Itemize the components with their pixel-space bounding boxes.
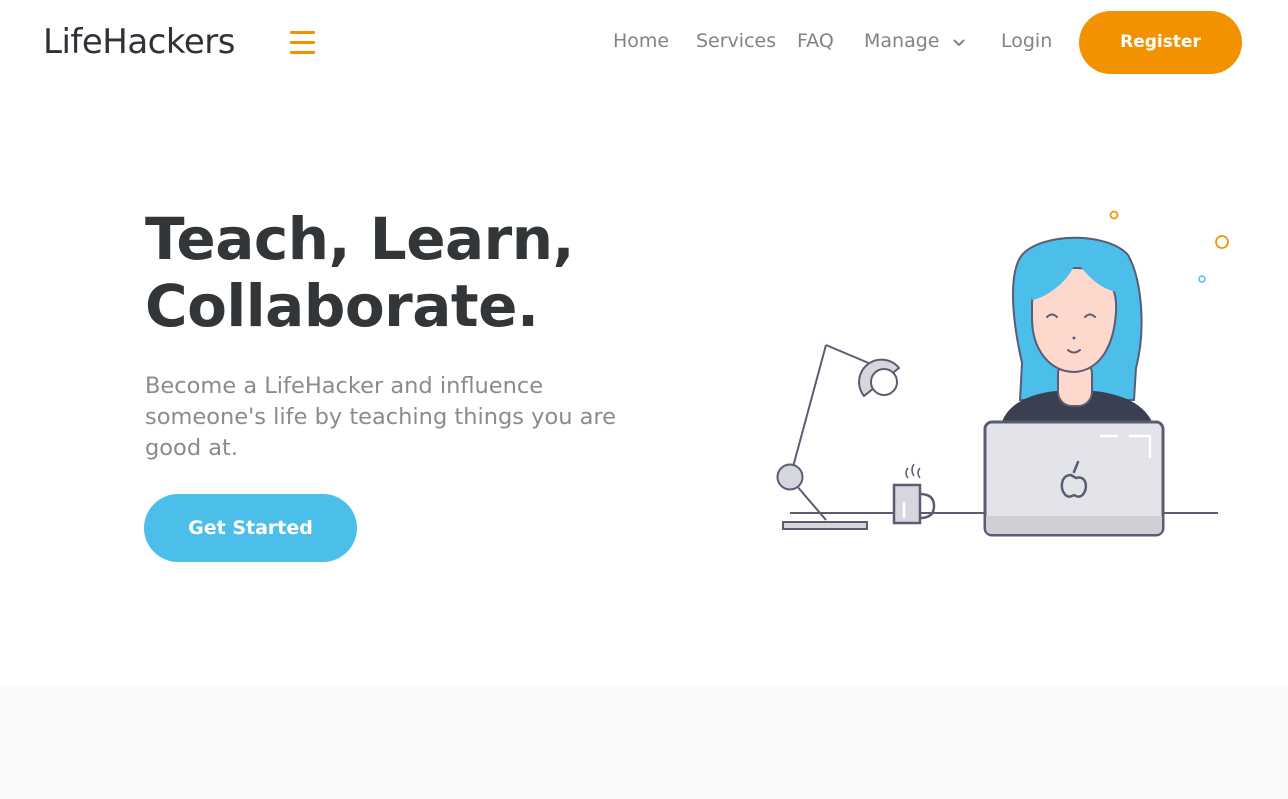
chevron-down-icon[interactable]	[953, 37, 965, 49]
register-button[interactable]: Register	[1079, 11, 1242, 74]
nav-link-home[interactable]: Home	[613, 30, 669, 52]
hero-title-line-2: Collaborate.	[145, 272, 539, 340]
get-started-button[interactable]: Get Started	[144, 494, 357, 562]
brand-logo[interactable]: LifeHackers	[43, 22, 235, 62]
hamburger-icon[interactable]	[290, 31, 315, 55]
next-section-background	[0, 686, 1288, 799]
nav-link-services[interactable]: Services	[696, 30, 776, 52]
hero-title-line-1: Teach, Learn,	[145, 205, 575, 273]
navbar: LifeHackers Home Services FAQ Manage Log…	[0, 0, 1288, 86]
nav-link-login[interactable]: Login	[1001, 30, 1052, 52]
person-figure	[1002, 236, 1152, 422]
hero-subtitle: Become a LifeHacker and influence someon…	[145, 373, 617, 461]
desk-lamp-icon	[776, 344, 900, 530]
hero-title: Teach, Learn, Collaborate.	[145, 205, 575, 340]
coffee-mug-icon	[892, 463, 936, 525]
nav-link-faq[interactable]: FAQ	[797, 30, 834, 52]
woman-at-laptop-illustration	[776, 210, 1229, 537]
laptop-icon	[983, 420, 1165, 537]
nav-link-manage[interactable]: Manage	[864, 30, 939, 52]
